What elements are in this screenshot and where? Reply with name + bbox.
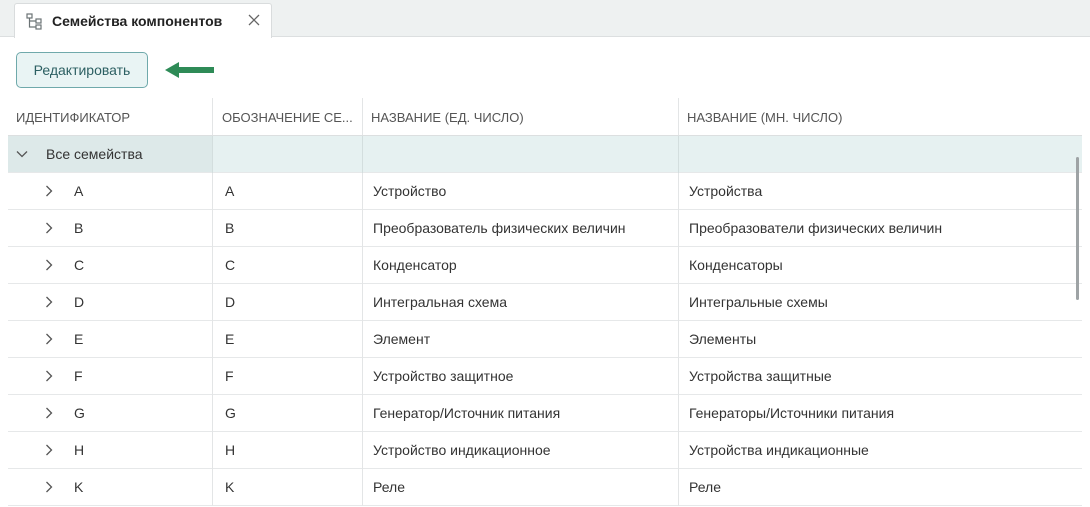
cell-id: F — [74, 368, 83, 384]
cell-name-plural: Конденсаторы — [689, 257, 783, 273]
column-header-id[interactable]: ИДЕНТИФИКАТОР — [16, 98, 212, 136]
column-header-name-singular[interactable]: НАЗВАНИЕ (ЕД. ЧИСЛО) — [371, 98, 671, 136]
cell-id: H — [74, 442, 85, 458]
cell-name-plural: Устройства — [689, 183, 763, 199]
cell-id: G — [74, 405, 85, 421]
cell-id: B — [74, 220, 84, 236]
cell-name-singular: Устройство индикационное — [373, 442, 551, 458]
table-row[interactable]: G G Генератор/Источник питания Генераторы/И… — [8, 395, 1082, 432]
cell-id: C — [74, 257, 85, 273]
cell-id: K — [74, 479, 84, 495]
cell-designation: G — [225, 405, 236, 421]
cell-designation: D — [225, 294, 236, 310]
cell-name-singular: Реле — [373, 479, 405, 495]
cell-name-plural: Реле — [689, 479, 721, 495]
cell-name-plural: Генераторы/Источники питания — [689, 405, 895, 421]
cell-name-plural: Элементы — [689, 331, 757, 347]
cell-name-singular: Конденсатор — [373, 257, 457, 273]
table-row[interactable]: E E Элемент Элементы — [8, 321, 1082, 358]
chevron-right-icon[interactable] — [42, 221, 56, 235]
cell-name-singular: Устройство — [373, 183, 447, 199]
cell-name-singular: Генератор/Источник питания — [373, 405, 561, 421]
cell-designation: K — [225, 479, 235, 495]
chevron-right-icon[interactable] — [42, 443, 56, 457]
cell-name-plural: Преобразователи физических величин — [689, 220, 943, 236]
close-icon[interactable] — [247, 13, 261, 27]
cell-designation: E — [225, 331, 235, 347]
cell-designation: H — [225, 442, 236, 458]
chevron-right-icon[interactable] — [42, 332, 56, 346]
vertical-scrollbar[interactable] — [1076, 157, 1079, 300]
cell-designation: F — [225, 368, 234, 384]
chevron-right-icon[interactable] — [42, 295, 56, 309]
group-row-all-families[interactable]: Все семейства — [8, 136, 1082, 173]
tab-bar: Семейства компонентов — [0, 0, 1090, 38]
cell-id: E — [74, 331, 84, 347]
cell-name-plural: Устройства индикационные — [689, 442, 869, 458]
chevron-down-icon[interactable] — [15, 147, 29, 161]
cell-designation: C — [225, 257, 236, 273]
table-row[interactable]: K K Реле Реле — [8, 469, 1082, 506]
cell-name-plural: Интегральные схемы — [689, 294, 828, 310]
cell-name-singular: Интегральная схема — [373, 294, 508, 310]
arrow-left-icon — [165, 62, 214, 78]
column-header-name-plural[interactable]: НАЗВАНИЕ (МН. ЧИСЛО) — [687, 98, 1067, 136]
cell-designation: B — [225, 220, 235, 236]
cell-name-singular: Преобразователь физических величин — [373, 220, 626, 236]
table-row[interactable]: F F Устройство защитное Устройства защитные — [8, 358, 1082, 395]
cell-name-plural: Устройства защитные — [689, 368, 832, 384]
chevron-right-icon[interactable] — [42, 184, 56, 198]
cell-name-singular: Устройство защитное — [373, 368, 514, 384]
chevron-right-icon[interactable] — [42, 406, 56, 420]
cell-designation: A — [225, 183, 235, 199]
table-row[interactable]: B B Преобразователь физических величин Прео… — [8, 210, 1082, 247]
chevron-right-icon[interactable] — [42, 369, 56, 383]
cell-id: A — [74, 183, 84, 199]
table-row[interactable]: C C Конденсатор Конденсаторы — [8, 247, 1082, 284]
table-row[interactable]: D D Интегральная схема Интегральные схемы — [8, 284, 1082, 321]
cell-id: D — [74, 294, 85, 310]
group-label: Все семейства — [46, 146, 143, 162]
chevron-right-icon[interactable] — [42, 258, 56, 272]
tab-title: Семейства компонентов — [52, 13, 223, 29]
tab-component-families[interactable]: Семейства компонентов — [14, 3, 272, 38]
edit-button[interactable]: Редактировать — [16, 52, 148, 88]
column-header-designation[interactable]: ОБОЗНАЧЕНИЕ СЕ... — [222, 98, 362, 136]
table-row[interactable]: A A Устройство Устройства — [8, 173, 1082, 210]
cell-name-singular: Элемент — [373, 331, 431, 347]
tree-structure-icon — [26, 12, 43, 30]
table-row[interactable]: H H Устройство индикационное Устройства инд… — [8, 432, 1082, 469]
chevron-right-icon[interactable] — [42, 480, 56, 494]
